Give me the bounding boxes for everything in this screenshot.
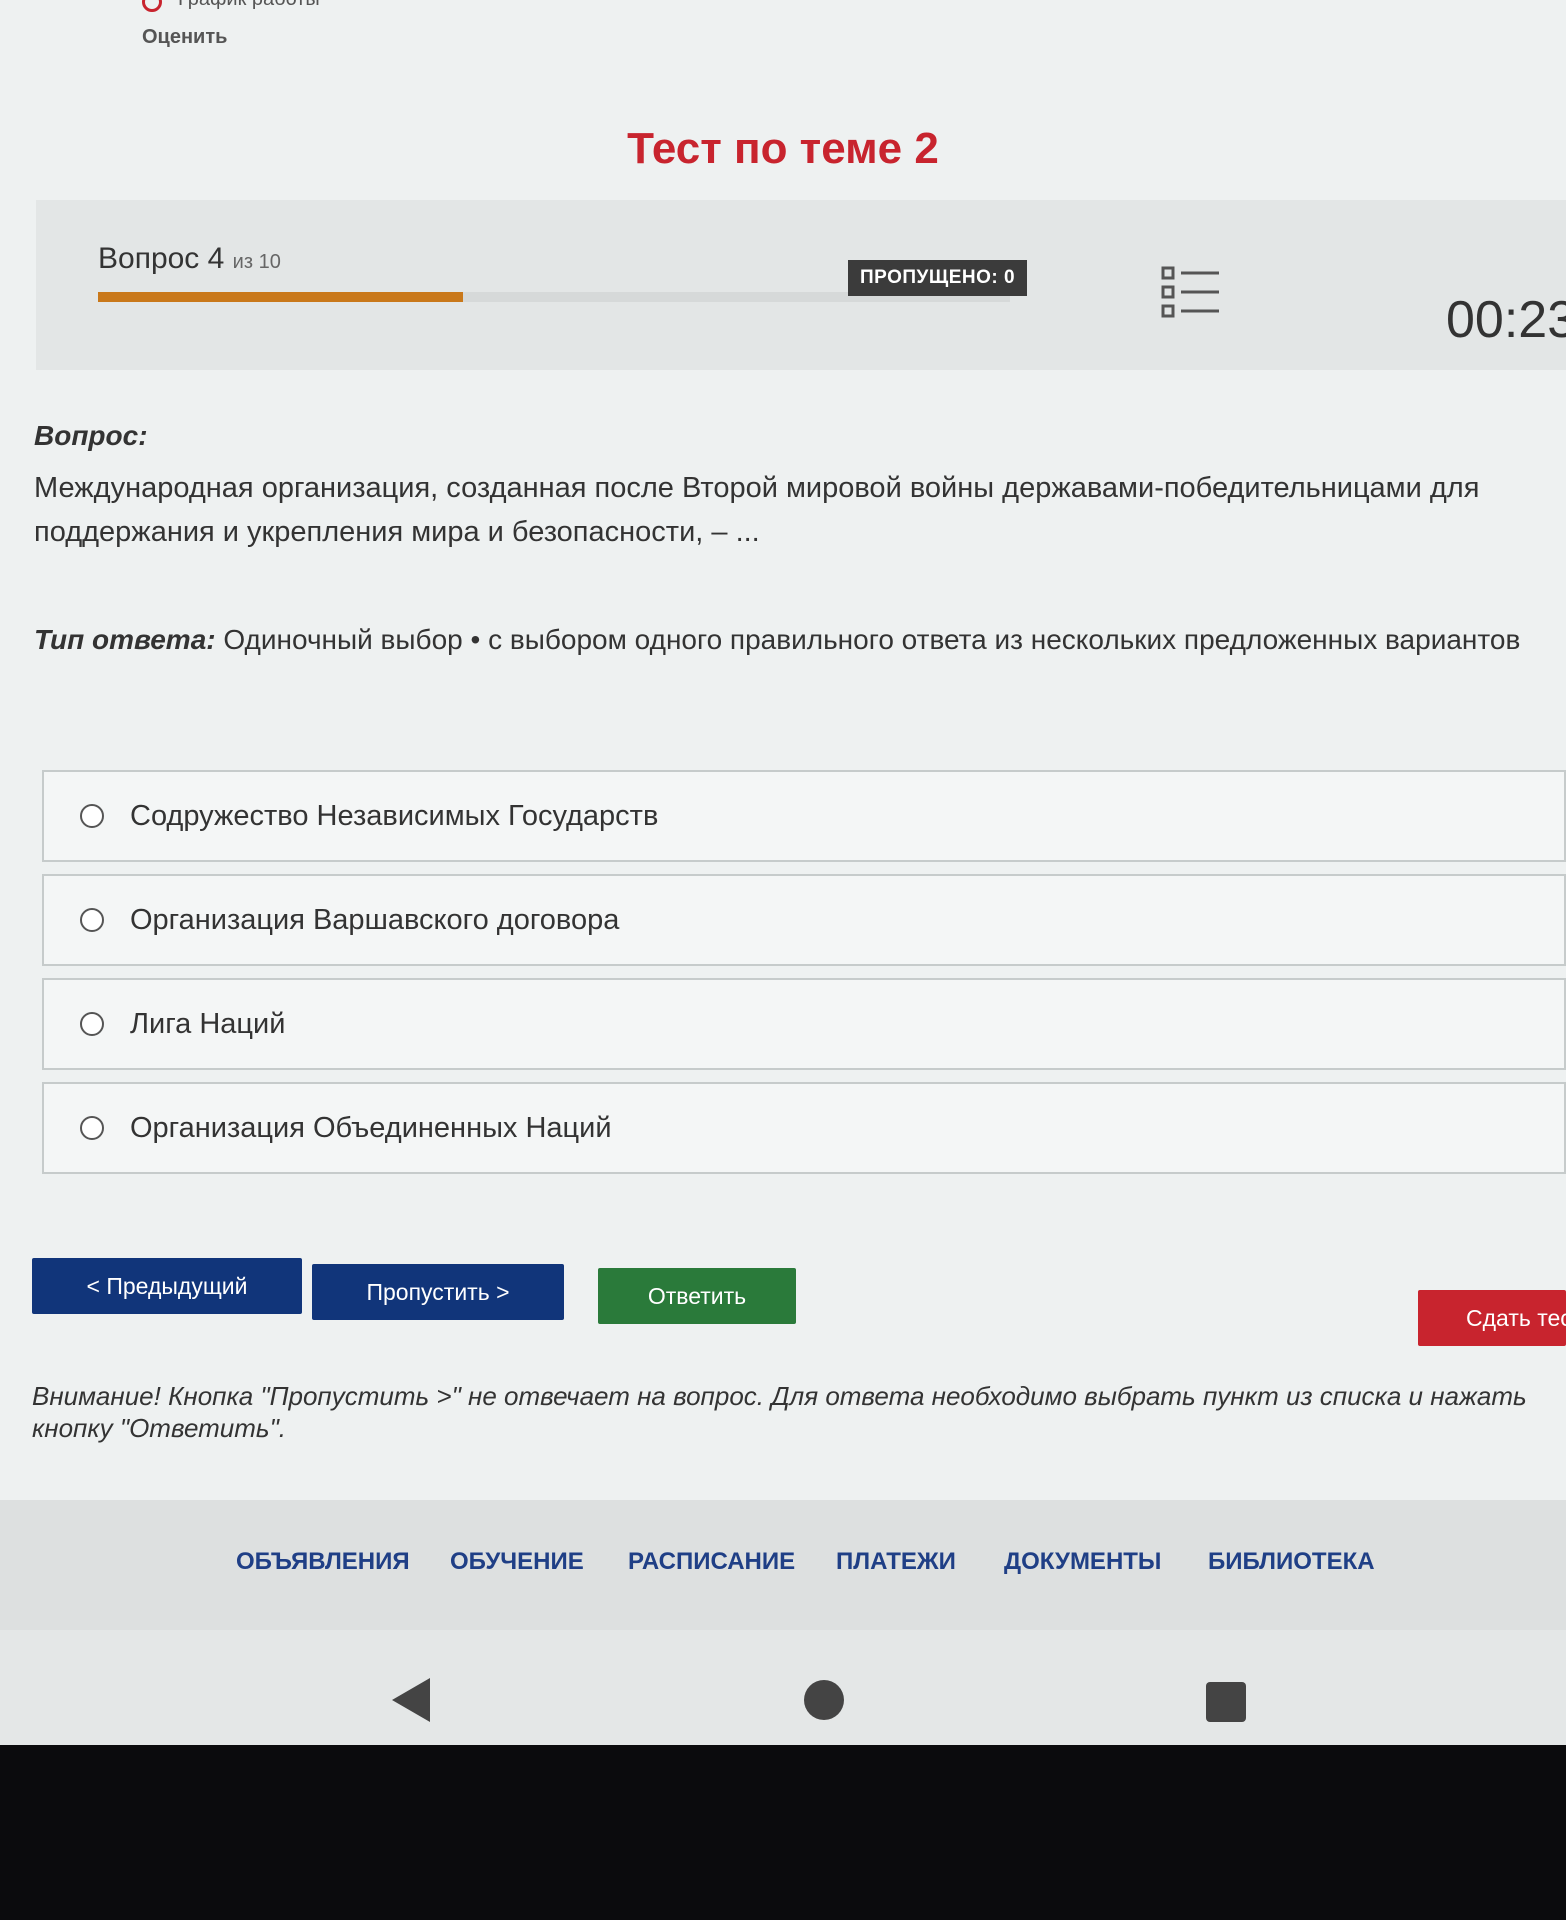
previous-button[interactable]: < Предыдущий <box>32 1258 302 1314</box>
device-bezel <box>0 1745 1566 1920</box>
nav-library[interactable]: БИБЛИОТЕКА <box>1208 1548 1375 1576</box>
page-title: Тест по теме 2 <box>627 124 939 173</box>
answer-option[interactable]: Лига Наций <box>42 978 1566 1070</box>
skip-button[interactable]: Пропустить > <box>312 1264 564 1320</box>
nav-schedule[interactable]: РАСПИСАНИЕ <box>628 1548 795 1576</box>
option-label: Организация Варшавского договора <box>130 904 620 936</box>
progress-fill <box>98 292 463 302</box>
option-label: Лига Наций <box>130 1008 286 1040</box>
option-label: Содружество Независимых Государств <box>130 800 659 832</box>
warning-text: Внимание! Кнопка "Пропустить >" не отвеч… <box>32 1381 1527 1443</box>
answer-option[interactable]: Организация Варшавского договора <box>42 874 1566 966</box>
schedule-link[interactable]: График работы <box>178 0 320 11</box>
answer-option[interactable]: Содружество Независимых Государств <box>42 770 1566 862</box>
skipped-badge: ПРОПУЩЕНО: 0 <box>848 260 1028 296</box>
timer: 00:23 <box>1446 291 1566 349</box>
answer-type-label: Тип ответа: <box>34 624 216 655</box>
footer-nav: ОБЪЯВЛЕНИЯ ОБУЧЕНИЕ РАСПИСАНИЕ ПЛАТЕЖИ Д… <box>0 1500 1566 1630</box>
question-counter: Вопрос 4 из 10 <box>98 242 281 276</box>
question-list-icon[interactable] <box>1161 264 1221 320</box>
radio-button[interactable] <box>80 1116 104 1140</box>
nav-education[interactable]: ОБУЧЕНИЕ <box>450 1548 584 1576</box>
nav-payments[interactable]: ПЛАТЕЖИ <box>836 1548 956 1576</box>
question-total: из 10 <box>232 251 281 273</box>
answer-option[interactable]: Организация Объединенных Наций <box>42 1082 1566 1174</box>
system-nav-bar <box>0 1630 1566 1745</box>
question-header: Вопрос 4 из 10 ПРОПУЩЕНО: 0 00:23 <box>36 200 1566 370</box>
radio-button[interactable] <box>80 908 104 932</box>
back-icon[interactable] <box>392 1678 430 1722</box>
app-screen: График работы Оценить Тест по теме 2 Воп… <box>0 0 1566 1745</box>
nav-announcements[interactable]: ОБЪЯВЛЕНИЯ <box>236 1548 410 1576</box>
clock-icon <box>142 0 162 12</box>
nav-documents[interactable]: ДОКУМЕНТЫ <box>1004 1548 1161 1576</box>
recents-icon[interactable] <box>1206 1682 1246 1722</box>
radio-button[interactable] <box>80 804 104 828</box>
answer-type-value: Одиночный выбор • с выбором одного прави… <box>223 624 1521 655</box>
question-number: Вопрос 4 <box>98 242 225 275</box>
question-label: Вопрос: <box>34 420 148 451</box>
question-text: Международная организация, созданная пос… <box>34 472 1480 548</box>
submit-test-button[interactable]: Сдать тест <box>1418 1290 1566 1346</box>
radio-button[interactable] <box>80 1012 104 1036</box>
home-icon[interactable] <box>804 1680 844 1720</box>
answer-type: Тип ответа: Одиночный выбор • с выбором … <box>34 624 1554 656</box>
option-label: Организация Объединенных Наций <box>130 1112 612 1144</box>
rate-link[interactable]: Оценить <box>142 26 227 49</box>
answer-button[interactable]: Ответить <box>598 1268 796 1324</box>
